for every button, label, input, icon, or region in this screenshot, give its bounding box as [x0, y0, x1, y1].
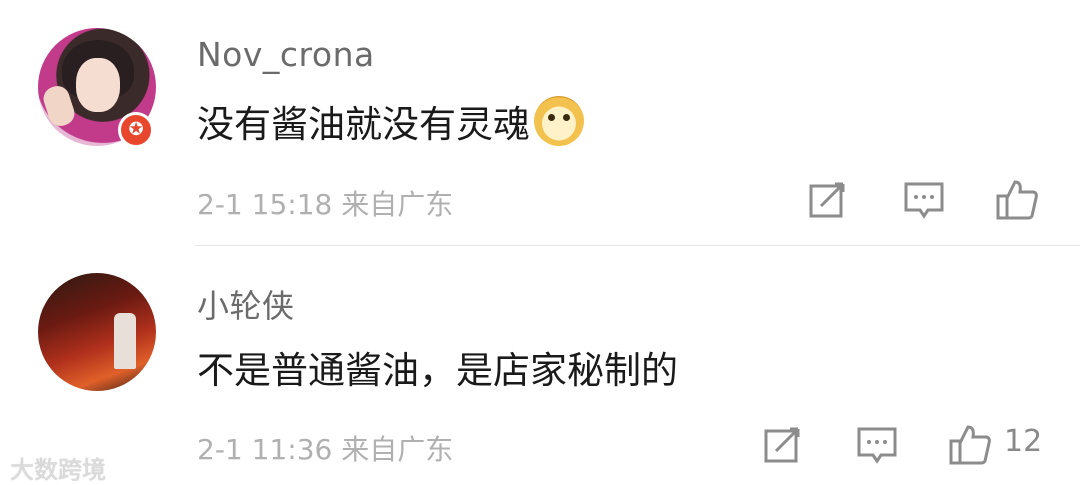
- timestamp: 2-1 11:36: [197, 433, 333, 466]
- like-count: 12: [1004, 424, 1043, 459]
- divider: [195, 245, 1080, 246]
- thumbs-up-icon[interactable]: [948, 423, 992, 467]
- comment-item: 小轮侠 不是普通酱油，是店家秘制的 2-1 11:36 来自广东 12: [0, 0, 1080, 466]
- comment-icon[interactable]: [855, 423, 899, 467]
- avatar[interactable]: [38, 273, 156, 391]
- watermark: 大数跨境: [10, 456, 106, 484]
- comment-text-wrap: 不是普通酱油，是店家秘制的: [197, 340, 678, 394]
- username[interactable]: 小轮侠: [197, 281, 295, 327]
- comment-meta: 2-1 11:36 来自广东: [197, 428, 453, 468]
- location: 来自广东: [341, 433, 454, 466]
- share-icon[interactable]: [760, 423, 804, 467]
- comment-text: 不是普通酱油，是店家秘制的: [197, 349, 678, 392]
